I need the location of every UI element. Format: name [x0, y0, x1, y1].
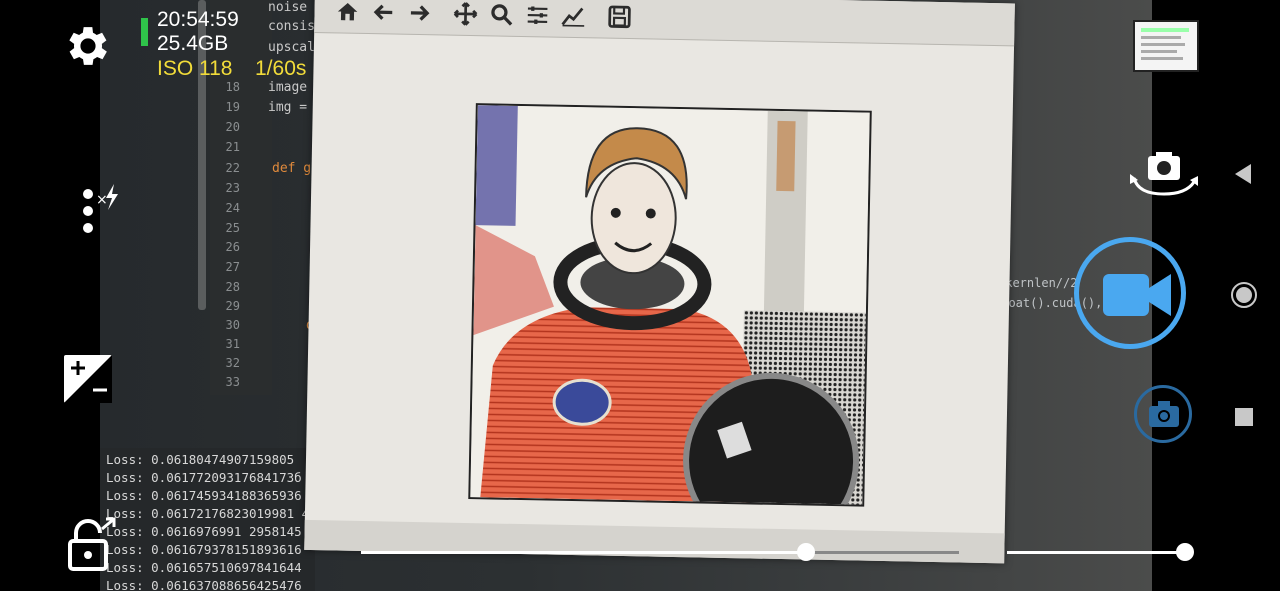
- plot-window: [304, 0, 1015, 564]
- line-number: 22: [225, 161, 240, 175]
- zoom-slider-track[interactable]: [361, 551, 805, 554]
- code-line: consis: [268, 19, 315, 34]
- recents-icon[interactable]: [1235, 408, 1253, 426]
- video-record-button[interactable]: [1074, 237, 1186, 349]
- line-number: 18: [225, 80, 240, 94]
- line-number: 19: [225, 100, 240, 114]
- exposure-slider-thumb[interactable]: [1176, 543, 1194, 561]
- line-number: 31: [225, 337, 240, 351]
- more-flash-icon[interactable]: ×: [78, 182, 124, 234]
- code-line: noise: [268, 0, 308, 15]
- zoom-slider-thumb[interactable]: [797, 543, 815, 561]
- line-number: 21: [225, 140, 240, 154]
- line-number: 29: [225, 299, 240, 313]
- lock-icon[interactable]: [66, 517, 118, 571]
- terminal-line: Loss: 0.0616976991 2958145: [106, 524, 302, 539]
- line-number: 23: [225, 181, 240, 195]
- line-number: 25: [225, 221, 240, 235]
- terminal-line: Loss: 0.06180474907159805: [106, 452, 295, 467]
- terminal-line: Loss: 0.061679378151893616: [106, 542, 302, 557]
- home-icon[interactable]: [1230, 281, 1258, 309]
- pan-icon[interactable]: [452, 1, 478, 27]
- camera-viewfinder[interactable]: 18 19 20 21 22 23 24 25 26 27 28 29 30 3…: [100, 0, 1152, 591]
- zoom-icon[interactable]: [488, 1, 514, 27]
- camera-icon: [1149, 401, 1179, 427]
- gallery-thumbnail[interactable]: [1133, 20, 1199, 72]
- battery-indicator: [141, 18, 148, 46]
- storage-display: 25.4GB: [157, 32, 229, 55]
- zoom-slider-remaining: [805, 551, 959, 554]
- line-number: 30: [225, 318, 240, 332]
- photo-capture-button[interactable]: [1134, 385, 1192, 443]
- svg-text:×: ×: [96, 192, 108, 208]
- terminal-line: Loss: 0.061657510697841644: [106, 560, 302, 575]
- line-number: 27: [225, 260, 240, 274]
- home-icon[interactable]: [334, 0, 360, 25]
- edit-curve-icon[interactable]: [560, 3, 586, 29]
- terminal-panel: Loss: 0.06180474907159805 Loss: 0.061772…: [100, 448, 315, 591]
- plot-toolbar: [314, 0, 1015, 47]
- back-icon[interactable]: [1233, 163, 1253, 185]
- line-number: 24: [225, 201, 240, 215]
- plot-axes: [468, 103, 872, 507]
- forward-arrow-icon[interactable]: [406, 0, 432, 26]
- switch-camera-icon[interactable]: [1128, 148, 1200, 200]
- gear-icon[interactable]: [62, 20, 114, 72]
- terminal-line: Loss: 0.061745934188365936: [106, 488, 302, 503]
- iso-display: ISO 118: [157, 57, 233, 80]
- line-number: 32: [225, 356, 240, 370]
- video-record-icon: [1103, 274, 1171, 316]
- configure-subplots-icon[interactable]: [524, 2, 550, 28]
- shutter-display: 1/60s: [255, 57, 307, 80]
- time-display: 20:54:59: [157, 8, 239, 31]
- code-line-right: =kernlen//2: [998, 276, 1078, 290]
- terminal-line: Loss: 0.061637088656425476: [106, 578, 302, 591]
- back-arrow-icon[interactable]: [370, 0, 396, 26]
- save-icon[interactable]: [606, 4, 632, 30]
- line-number: 28: [225, 280, 240, 294]
- terminal-line: Loss: 0.06172176823019981 4: [106, 506, 310, 521]
- code-line: upscal: [268, 40, 315, 55]
- code-line: img =: [268, 100, 308, 115]
- astronaut-image: [470, 105, 870, 507]
- code-line: image: [268, 80, 308, 95]
- line-number: 26: [225, 240, 240, 254]
- exposure-slider-track[interactable]: [1007, 551, 1185, 554]
- exposure-icon[interactable]: [63, 354, 113, 404]
- line-number: 33: [225, 375, 240, 389]
- line-number: 20: [225, 120, 240, 134]
- terminal-line: Loss: 0.06177209317684173б: [106, 470, 302, 485]
